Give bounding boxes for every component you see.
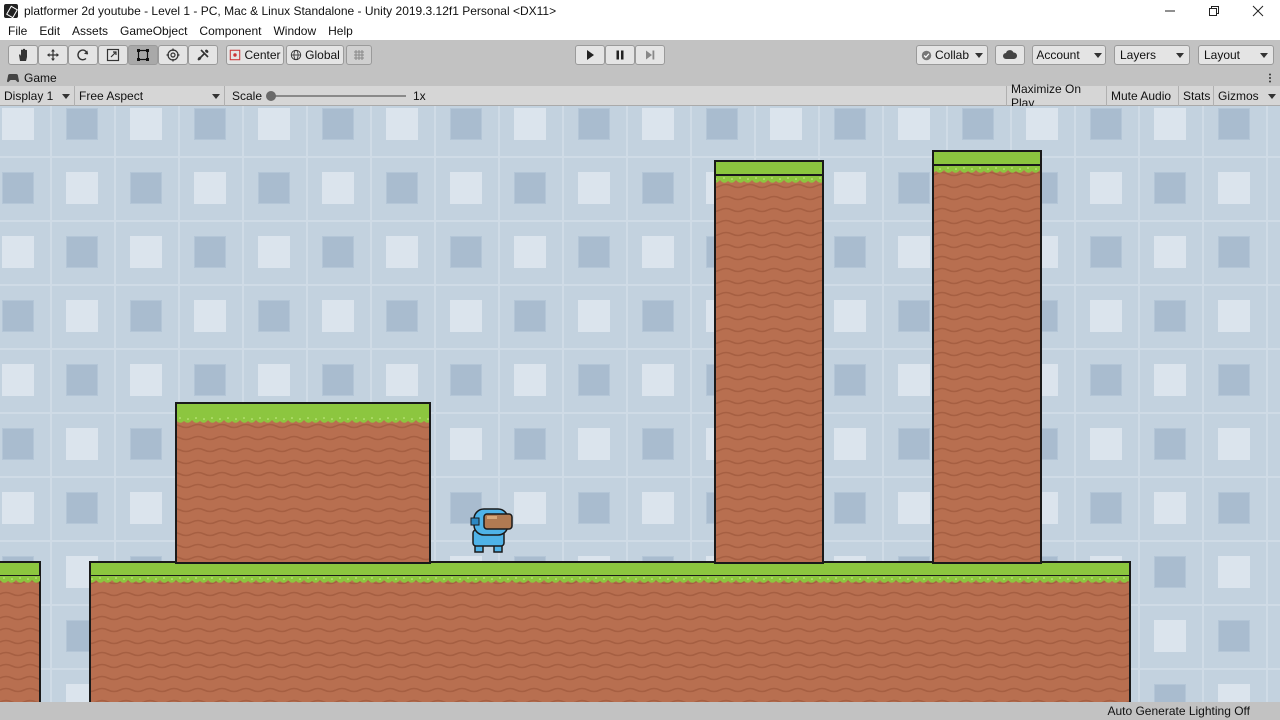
- pivot-label: Center: [244, 48, 281, 62]
- display-dropdown[interactable]: Display 1: [0, 86, 75, 106]
- aspect-dropdown[interactable]: Free Aspect: [75, 86, 225, 106]
- menu-component[interactable]: Component: [193, 24, 267, 38]
- platform-left-edge: [0, 561, 41, 702]
- gizmos-label: Gizmos: [1218, 89, 1259, 103]
- rect-tool-button[interactable]: [128, 45, 158, 65]
- gizmos-dropdown[interactable]: Gizmos: [1214, 86, 1280, 106]
- platform-pillar-2: [932, 150, 1042, 564]
- grid-snap-icon: [354, 50, 364, 60]
- tab-game[interactable]: Game: [24, 71, 57, 85]
- pause-icon: [616, 50, 624, 60]
- hand-icon: [19, 48, 27, 61]
- mute-label: Mute Audio: [1111, 89, 1172, 103]
- globe-icon: [290, 49, 302, 61]
- move-tool-button[interactable]: [38, 45, 68, 65]
- main-toolbar: Center Global Collab Account Layers Layo…: [0, 40, 1280, 70]
- restore-icon: [1209, 6, 1219, 16]
- hand-tool-button[interactable]: [8, 45, 38, 65]
- collab-label: Collab: [934, 48, 970, 62]
- step-button[interactable]: [635, 45, 665, 65]
- restore-button[interactable]: [1192, 0, 1236, 22]
- layout-dropdown[interactable]: Layout: [1198, 45, 1274, 65]
- window-controls: [1148, 0, 1280, 22]
- chevron-down-icon: [1268, 93, 1276, 99]
- rect-transform-icon: [137, 49, 149, 61]
- menu-file[interactable]: File: [2, 24, 33, 38]
- title-bar: platformer 2d youtube - Level 1 - PC, Ma…: [0, 0, 1280, 22]
- collab-check-icon: [921, 50, 932, 60]
- pivot-mode-toggle[interactable]: Center: [226, 45, 284, 65]
- aspect-label: Free Aspect: [79, 89, 144, 103]
- menu-bar: File Edit Assets GameObject Component Wi…: [0, 22, 1280, 40]
- chevron-down-icon: [212, 93, 220, 99]
- mute-audio-toggle[interactable]: Mute Audio: [1107, 86, 1179, 106]
- cloud-icon: [1003, 50, 1018, 59]
- game-view-toolbar: Display 1 Free Aspect Scale 1x Maximize …: [0, 82, 1280, 110]
- maximize-on-play-toggle[interactable]: Maximize On Play: [1006, 82, 1107, 110]
- play-icon: [587, 50, 594, 60]
- pivot-center-icon: [230, 49, 241, 61]
- scale-control: Scale 1x: [228, 86, 448, 106]
- chevron-down-icon: [1260, 52, 1269, 58]
- pause-button[interactable]: [605, 45, 635, 65]
- play-button[interactable]: [575, 45, 605, 65]
- menu-edit[interactable]: Edit: [33, 24, 66, 38]
- layers-dropdown[interactable]: Layers: [1114, 45, 1190, 65]
- rotate-icon: [77, 49, 89, 61]
- minimize-button[interactable]: [1148, 0, 1192, 22]
- layout-label: Layout: [1203, 48, 1241, 62]
- scale-slider-thumb[interactable]: [266, 91, 276, 101]
- unity-logo-icon: [4, 4, 18, 18]
- close-icon: [1252, 5, 1264, 17]
- gamepad-icon: [7, 74, 19, 83]
- space-label: Global: [305, 48, 340, 62]
- minimize-icon: [1165, 10, 1175, 12]
- move-arrows-icon: [47, 49, 59, 61]
- chevron-down-icon: [975, 52, 984, 58]
- platform-ground: [89, 561, 1131, 702]
- display-label: Display 1: [4, 89, 54, 103]
- stats-label: Stats: [1183, 89, 1211, 103]
- chevron-down-icon: [62, 93, 70, 99]
- close-button[interactable]: [1236, 0, 1280, 22]
- cloud-button[interactable]: [995, 45, 1025, 65]
- scale-value: 1x: [413, 89, 426, 103]
- collab-dropdown[interactable]: Collab: [916, 45, 988, 65]
- account-label: Account: [1036, 48, 1080, 62]
- custom-tool-button[interactable]: [188, 45, 218, 65]
- account-dropdown[interactable]: Account: [1032, 45, 1106, 65]
- chevron-down-icon: [1176, 52, 1185, 58]
- stats-toggle[interactable]: Stats: [1179, 86, 1214, 106]
- game-viewport[interactable]: [0, 106, 1280, 702]
- platform-pillar-1: [714, 160, 824, 564]
- step-icon: [646, 50, 655, 60]
- menu-gameobject[interactable]: GameObject: [114, 24, 193, 38]
- tools-icon: [197, 49, 209, 61]
- platform-raised-block: [175, 402, 431, 564]
- chevron-down-icon: [1093, 52, 1102, 58]
- menu-assets[interactable]: Assets: [66, 24, 114, 38]
- snap-grid-button[interactable]: [346, 45, 372, 65]
- window-title: platformer 2d youtube - Level 1 - PC, Ma…: [24, 4, 557, 18]
- kebab-menu-icon[interactable]: [1266, 73, 1274, 83]
- layers-label: Layers: [1119, 48, 1157, 62]
- menu-help[interactable]: Help: [322, 24, 359, 38]
- scale-icon: [106, 48, 120, 62]
- menu-window[interactable]: Window: [267, 24, 322, 38]
- rotate-tool-button[interactable]: [68, 45, 98, 65]
- transform-tool-button[interactable]: [158, 45, 188, 65]
- game-scene: [0, 106, 1280, 702]
- scale-label: Scale: [232, 89, 263, 103]
- transform-icon: [166, 48, 180, 62]
- pivot-rotation-toggle[interactable]: Global: [286, 45, 344, 65]
- scale-slider-track[interactable]: [270, 95, 406, 97]
- status-text: Auto Generate Lighting Off: [1107, 704, 1250, 718]
- scale-tool-button[interactable]: [98, 45, 128, 65]
- status-bar: Auto Generate Lighting Off: [0, 702, 1280, 720]
